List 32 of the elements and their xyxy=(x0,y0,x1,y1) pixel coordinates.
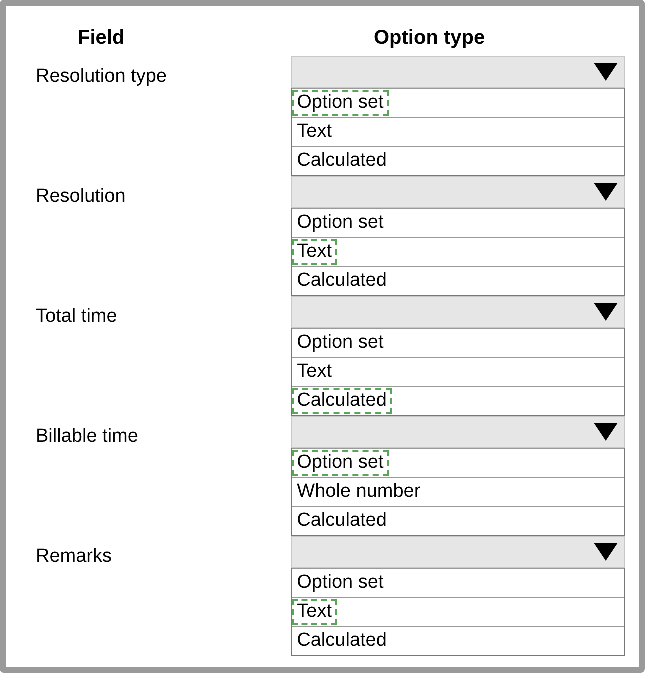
option-item[interactable]: Option set xyxy=(294,212,387,234)
caret-icon xyxy=(594,543,618,561)
option-item[interactable]: Option set xyxy=(294,332,387,354)
option-item[interactable]: Text xyxy=(294,121,335,143)
option-item[interactable]: Option set xyxy=(294,452,387,474)
field-label: Total time xyxy=(36,305,118,328)
caret-icon xyxy=(594,183,618,201)
option-item[interactable]: Text xyxy=(294,601,335,623)
column-heading: Field xyxy=(78,26,126,50)
field-label: Remarks xyxy=(36,545,114,568)
option-item[interactable]: Calculated xyxy=(294,630,390,652)
caret-icon xyxy=(594,423,618,441)
option-item[interactable]: Option set xyxy=(294,92,387,114)
dropdown[interactable] xyxy=(291,176,625,208)
dropdown[interactable] xyxy=(291,536,625,568)
dropdown[interactable] xyxy=(291,56,625,88)
field-label: Billable time xyxy=(36,425,140,448)
option-item[interactable]: Text xyxy=(294,361,335,383)
dropdown[interactable] xyxy=(291,416,625,448)
option-item[interactable]: Calculated xyxy=(294,270,390,292)
field-label: Resolution type xyxy=(36,65,168,88)
option-item[interactable]: Whole number xyxy=(294,481,424,503)
option-item[interactable]: Calculated xyxy=(294,510,390,532)
dropdown[interactable] xyxy=(291,296,625,328)
caret-icon xyxy=(594,63,618,81)
option-item[interactable]: Option set xyxy=(294,572,387,594)
option-item[interactable]: Calculated xyxy=(294,390,390,412)
column-heading: Option type xyxy=(374,26,486,50)
option-item[interactable]: Text xyxy=(294,241,335,263)
option-item[interactable]: Calculated xyxy=(294,150,390,172)
caret-icon xyxy=(594,303,618,321)
field-label: Resolution xyxy=(36,185,127,208)
